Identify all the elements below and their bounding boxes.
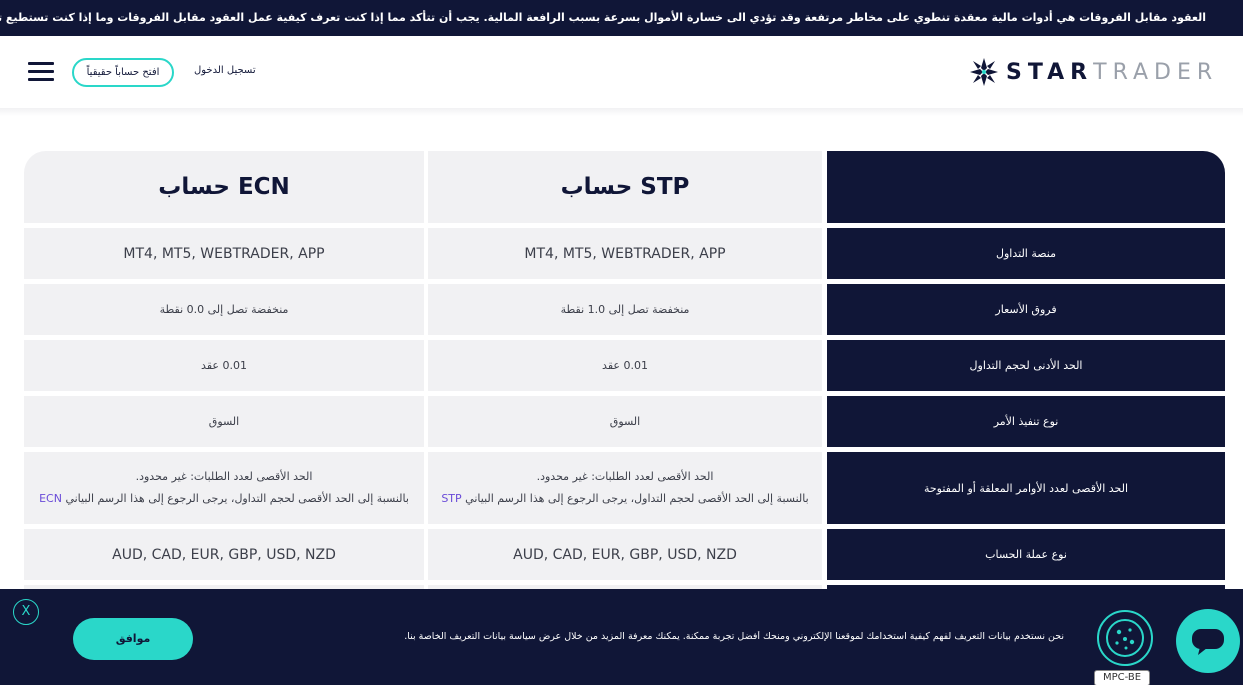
cell-stp: منخفضة تصل إلى 1.0 نقطة [428,284,822,335]
stp-chart-link[interactable]: STP [441,492,461,505]
table-row: MT4, MT5, WEBTRADER, APP MT4, MT5, WEBTR… [24,228,1226,279]
cookie-consent-bar: X موافق نحن نستخدم بيانات التعريف لفهم ك… [0,589,1243,685]
column-header-label [827,151,1225,223]
table-row: منخفضة تصل إلى 0.0 نقطة منخفضة تصل إلى 1… [24,284,1226,335]
row-label: الحد الأقصى لعدد الأوامر المعلقة أو المف… [827,452,1225,524]
cell-ecn: 0.01 عقد [24,340,424,391]
cookie-graphic [1106,619,1144,657]
risk-warning-banner: العقود مقابل الفروقات هي أدوات مالية معق… [0,0,1243,36]
row-label: نوع تنفيذ الأمر [827,396,1225,447]
open-real-account-button[interactable]: افتح حساباً حقيقياً [72,58,174,87]
site-header: افتح حساباً حقيقياً تسجيل الدخول STAR TR… [0,36,1243,108]
cell-stp: MT4, MT5, WEBTRADER, APP [428,228,822,279]
cell-stp: 0.01 عقد [428,340,822,391]
cookie-notice-text: نحن نستخدم بيانات التعريف لفهم كيفية است… [404,631,1064,642]
logo-text-star: STAR [1006,59,1094,85]
star-logo-icon [970,58,998,86]
chat-bubble-graphic [1192,629,1224,655]
row-label: نوع عملة الحساب [827,529,1225,580]
max-volume-note: بالنسبة إلى الحد الأقصى لحجم التداول، ير… [65,492,409,505]
row-label: منصة التداول [827,228,1225,279]
max-volume-text: بالنسبة إلى الحد الأقصى لحجم التداول، ير… [441,488,808,510]
cell-ecn: MT4, MT5, WEBTRADER, APP [24,228,424,279]
cell-stp: السوق [428,396,822,447]
column-header-stp: حساب STP [428,151,822,223]
row-label: فروق الأسعار [827,284,1225,335]
cell-ecn: السوق [24,396,424,447]
cell-ecn: الحد الأقصى لعدد الطلبات: غير محدود. بال… [24,452,424,524]
table-row: الحد الأقصى لعدد الطلبات: غير محدود. بال… [24,452,1226,524]
table-row: السوق السوق نوع تنفيذ الأمر [24,396,1226,447]
accept-cookies-button[interactable]: موافق [73,618,193,660]
table-row: 0.01 عقد 0.01 عقد الحد الأدنى لحجم التدا… [24,340,1226,391]
table-row: AUD, CAD, EUR, GBP, USD, NZD AUD, CAD, E… [24,529,1226,580]
hamburger-menu-icon[interactable] [28,62,54,82]
header-divider [0,108,1243,116]
close-icon[interactable]: X [13,599,39,625]
cell-ecn: منخفضة تصل إلى 0.0 نقطة [24,284,424,335]
max-orders-text: الحد الأقصى لعدد الطلبات: غير محدود. [135,470,313,483]
cell-stp: AUD, CAD, EUR, GBP, USD, NZD [428,529,822,580]
chat-icon[interactable] [1176,609,1240,673]
risk-warning-text: العقود مقابل الفروقات هي أدوات مالية معق… [0,11,1206,24]
max-volume-note: بالنسبة إلى الحد الأقصى لحجم التداول، ير… [465,492,809,505]
row-label: الحد الأدنى لحجم التداول [827,340,1225,391]
logo-text-trader: TRADER [1093,59,1219,85]
cookie-icon[interactable] [1097,610,1153,666]
startrader-logo[interactable]: STAR TRADER [968,56,1218,88]
max-volume-text: بالنسبة إلى الحد الأقصى لحجم التداول، ير… [39,488,409,510]
cell-ecn: AUD, CAD, EUR, GBP, USD, NZD [24,529,424,580]
mpc-be-badge: MPC-BE [1094,670,1150,685]
max-orders-text: الحد الأقصى لعدد الطلبات: غير محدود. [536,470,714,483]
login-link[interactable]: تسجيل الدخول [194,65,256,76]
account-comparison-table: حساب ECN حساب STP MT4, MT5, WEBTRADER, A… [24,150,1226,590]
cell-stp: الحد الأقصى لعدد الطلبات: غير محدود. بال… [428,452,822,524]
ecn-chart-link[interactable]: ECN [39,492,62,505]
column-header-ecn: حساب ECN [24,151,424,223]
